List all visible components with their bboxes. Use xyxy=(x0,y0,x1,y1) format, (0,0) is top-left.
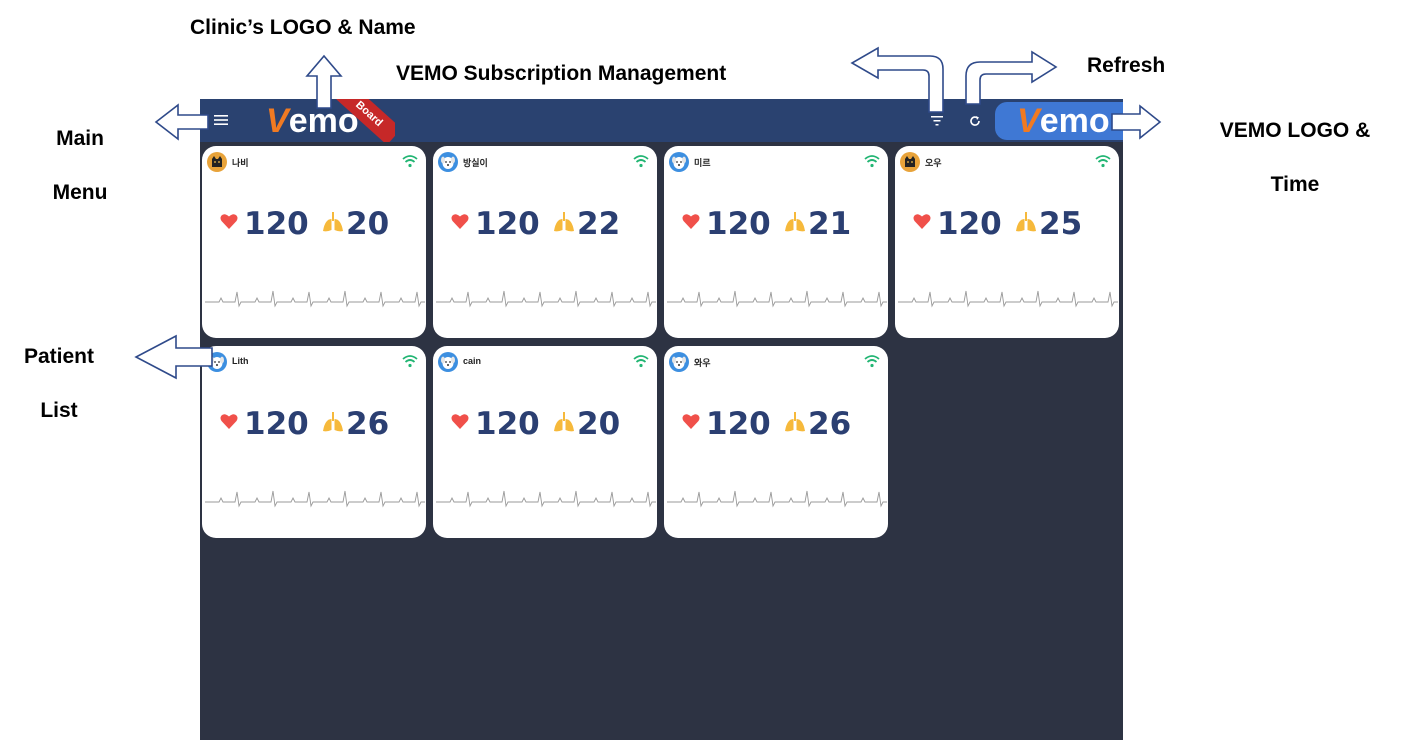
lungs-icon xyxy=(554,212,574,232)
vitals-row: 120 26 xyxy=(678,406,888,442)
vitals-row: 120 25 xyxy=(909,206,1119,242)
lungs-icon xyxy=(785,212,805,232)
wifi-icon xyxy=(1095,155,1111,168)
heart-icon xyxy=(451,214,469,229)
heart-icon xyxy=(682,414,700,429)
ecg-waveform xyxy=(667,490,887,508)
respiration-rate-value: 26 xyxy=(346,406,390,442)
patient-card[interactable]: 와우 120 26 xyxy=(664,346,888,538)
respiration-rate-value: 26 xyxy=(808,406,852,442)
vitals-row: 120 21 xyxy=(678,206,888,242)
patient-card[interactable]: cain 120 20 xyxy=(433,346,657,538)
vitals-row: 120 20 xyxy=(447,406,657,442)
hamburger-icon xyxy=(214,115,228,125)
vitals-row: 120 22 xyxy=(447,206,657,242)
patient-avatar-icon xyxy=(207,152,227,172)
patient-card[interactable]: 나비 120 20 xyxy=(202,146,426,338)
vitals-row: 120 20 xyxy=(216,206,426,242)
vitals-row: 120 26 xyxy=(216,406,426,442)
annotation-vemo-logo-line1: VEMO LOGO & xyxy=(1219,119,1371,142)
patient-name: cain xyxy=(463,356,482,366)
heart-rate-value: 120 xyxy=(475,406,540,442)
dashboard-screen: Vemo Board Vemo 나비 120 20 방실이 120 22 미르 … xyxy=(200,99,1123,740)
vemo-logo-text: emo xyxy=(1039,102,1110,140)
clinic-logo-v: V xyxy=(266,102,289,140)
lungs-icon xyxy=(554,412,574,432)
annotation-main-menu: Main Menu xyxy=(30,112,130,220)
patient-name: 방실이 xyxy=(463,158,488,168)
patient-name: 나비 xyxy=(232,158,249,168)
heart-icon xyxy=(682,214,700,229)
patient-name: 미르 xyxy=(694,158,711,168)
respiration-rate-value: 20 xyxy=(346,206,390,242)
subscription-filter-button[interactable] xyxy=(926,109,948,131)
respiration-rate-value: 20 xyxy=(577,406,621,442)
annotation-vemo-logo-line2: Time xyxy=(1270,173,1320,196)
respiration-rate-value: 21 xyxy=(808,206,852,242)
patient-name: 오우 xyxy=(925,158,942,168)
wifi-icon xyxy=(864,355,880,368)
heart-icon xyxy=(220,214,238,229)
annotation-main-menu-line1: Main xyxy=(56,127,104,150)
annotation-clinic-logo: Clinic’s LOGO & Name xyxy=(190,16,416,39)
patient-card[interactable]: Lith 120 26 xyxy=(202,346,426,538)
top-bar: Vemo Board Vemo xyxy=(200,99,1123,142)
wifi-icon xyxy=(633,155,649,168)
patient-avatar-icon xyxy=(669,152,689,172)
wifi-icon xyxy=(402,155,418,168)
ecg-waveform xyxy=(205,490,425,508)
heart-rate-value: 120 xyxy=(244,206,309,242)
wifi-icon xyxy=(633,355,649,368)
patient-avatar-icon xyxy=(438,352,458,372)
heart-icon xyxy=(451,414,469,429)
respiration-rate-value: 25 xyxy=(1039,206,1083,242)
board-ribbon: Board xyxy=(336,99,395,142)
patient-card[interactable]: 방실이 120 22 xyxy=(433,146,657,338)
ecg-waveform xyxy=(898,290,1118,308)
patient-name: 와우 xyxy=(694,358,711,368)
board-ribbon-clip: Board xyxy=(335,99,395,142)
lungs-icon xyxy=(323,212,343,232)
heart-rate-value: 120 xyxy=(937,206,1002,242)
respiration-rate-value: 22 xyxy=(577,206,621,242)
annotation-refresh: Refresh xyxy=(1087,54,1166,77)
annotation-patient-list-line1: Patient xyxy=(23,345,94,368)
wifi-icon xyxy=(402,355,418,368)
annotation-patient-list: Patient List xyxy=(4,330,114,438)
annotation-patient-list-line2: List xyxy=(40,399,78,422)
annotation-main-menu-line2: Menu xyxy=(52,181,108,204)
ecg-waveform xyxy=(436,490,656,508)
arrow-refresh-icon xyxy=(965,50,1058,105)
refresh-icon xyxy=(970,116,980,126)
heart-rate-value: 120 xyxy=(706,406,771,442)
patient-card[interactable]: 오우 120 25 xyxy=(895,146,1119,338)
vemo-logo-v: V xyxy=(1017,102,1040,140)
heart-rate-value: 120 xyxy=(244,406,309,442)
heart-icon xyxy=(913,214,931,229)
heart-rate-value: 120 xyxy=(706,206,771,242)
filter-icon xyxy=(931,116,943,126)
ecg-waveform xyxy=(205,290,425,308)
annotation-subscription: VEMO Subscription Management xyxy=(396,62,727,85)
ecg-waveform xyxy=(667,290,887,308)
lungs-icon xyxy=(1016,212,1036,232)
vemo-logo-time: Vemo xyxy=(995,102,1123,140)
heart-rate-value: 120 xyxy=(475,206,540,242)
patient-avatar-icon xyxy=(669,352,689,372)
patient-name: Lith xyxy=(232,356,249,366)
patient-card[interactable]: 미르 120 21 xyxy=(664,146,888,338)
patient-avatar-icon xyxy=(207,352,227,372)
lungs-icon xyxy=(785,412,805,432)
patient-avatar-icon xyxy=(900,152,920,172)
heart-icon xyxy=(220,414,238,429)
ecg-waveform xyxy=(436,290,656,308)
patient-avatar-icon xyxy=(438,152,458,172)
main-menu-button[interactable] xyxy=(210,109,232,131)
annotation-vemo-logo: VEMO LOGO & Time xyxy=(1190,104,1400,212)
refresh-button[interactable] xyxy=(964,109,986,131)
lungs-icon xyxy=(323,412,343,432)
wifi-icon xyxy=(864,155,880,168)
